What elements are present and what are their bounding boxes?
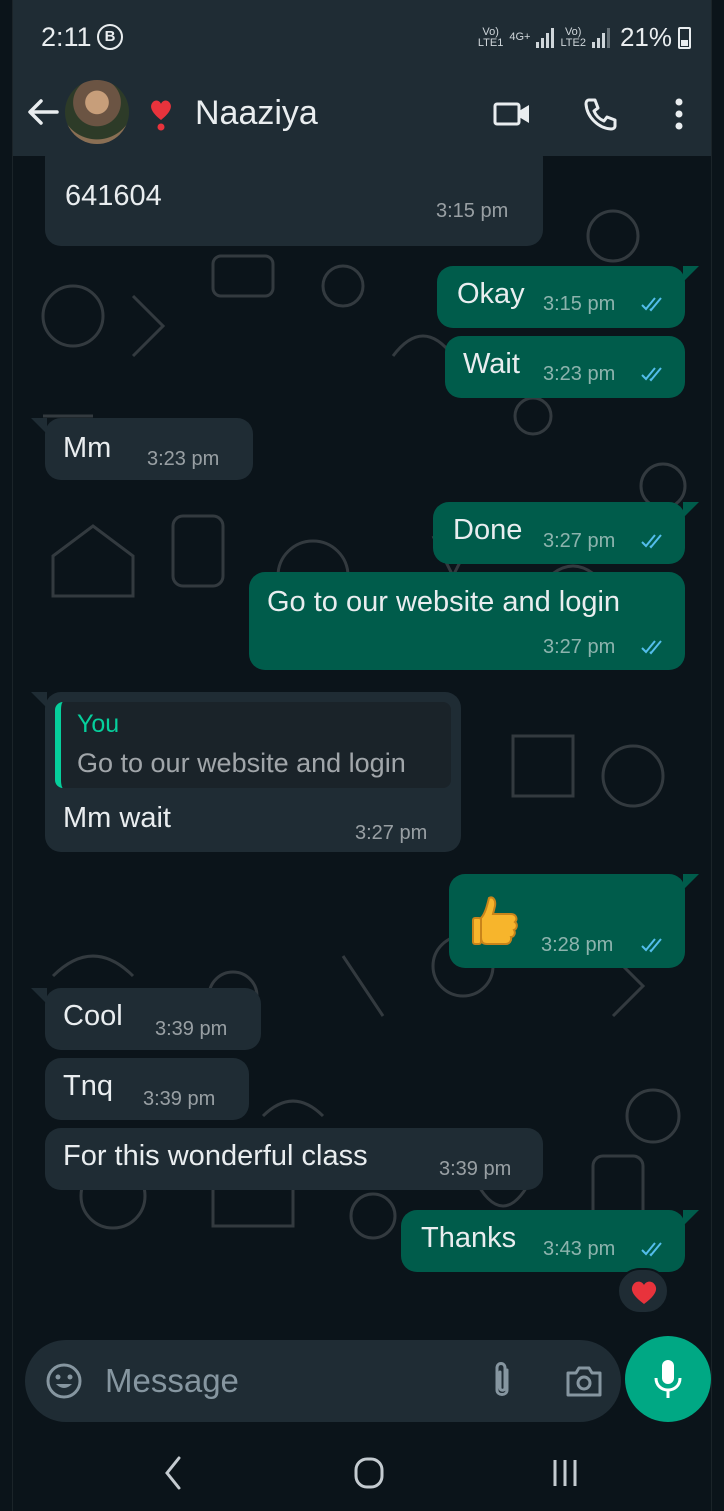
status-bar: 2:11 B Vo) LTE1 4G+ Vo) LTE2 21%	[13, 0, 711, 78]
status-time: 2:11	[41, 22, 92, 52]
message-text: Thanks	[421, 1222, 517, 1254]
message-text: Mm wait	[63, 802, 171, 834]
message-incoming[interactable]: Mm 3:23 pm	[45, 418, 253, 480]
message-composer	[25, 1340, 621, 1422]
emoji-icon[interactable]	[45, 1362, 83, 1400]
nav-back-icon[interactable]	[143, 1448, 203, 1498]
message-incoming[interactable]: Cool 3:39 pm	[45, 988, 261, 1050]
message-text: Wait	[463, 348, 520, 380]
message-time: 3:23 pm	[543, 363, 616, 385]
message-outgoing[interactable]: Okay 3:15 pm	[437, 266, 685, 328]
quote-text: Go to our website and login	[77, 748, 406, 778]
battery-icon	[678, 26, 691, 49]
contact-name[interactable]: Naaziya	[195, 94, 318, 133]
nav-home-icon[interactable]	[339, 1448, 399, 1498]
message-time: 3:27 pm	[355, 822, 428, 844]
message-time: 3:28 pm	[541, 934, 614, 956]
message-text: For this wonderful class	[63, 1140, 368, 1172]
message-time: 3:43 pm	[543, 1238, 616, 1260]
message-text: Go to our website and login	[267, 586, 621, 618]
message-text: Tnq	[63, 1070, 113, 1102]
contact-avatar[interactable]	[65, 80, 129, 144]
message-time: 3:23 pm	[147, 448, 220, 470]
quoted-message[interactable]: You Go to our website and login	[55, 702, 451, 788]
chat-messages-area[interactable]: 641604 3:15 pm Okay 3:15 pm Wait 3:23 pm…	[13, 156, 711, 1326]
quote-author: You	[77, 710, 120, 738]
sim2-label: Vo) LTE2	[560, 25, 586, 49]
battery-percent: 21%	[619, 22, 672, 52]
message-outgoing[interactable]: Done 3:27 pm	[433, 502, 685, 564]
signal-strength-2-icon	[591, 27, 610, 48]
message-text: 641604	[65, 180, 162, 212]
thumbs-up-emoji-icon	[472, 896, 518, 945]
message-incoming[interactable]: For this wonderful class 3:39 pm	[45, 1128, 543, 1190]
network-type-label: 4G+	[509, 31, 531, 43]
attachment-icon[interactable]	[483, 1360, 521, 1402]
message-incoming[interactable]: Tnq 3:39 pm	[45, 1058, 249, 1120]
message-outgoing[interactable]: 3:28 pm	[449, 874, 685, 968]
message-time: 3:15 pm	[543, 293, 616, 315]
signal-strength-1-icon	[536, 27, 555, 48]
microphone-icon	[654, 1360, 682, 1398]
message-input[interactable]	[105, 1354, 465, 1408]
video-call-icon[interactable]	[491, 92, 535, 136]
message-time: 3:27 pm	[543, 530, 616, 552]
message-text: Done	[453, 514, 523, 546]
read-ticks-icon	[641, 367, 662, 382]
more-options-icon[interactable]	[657, 92, 701, 136]
back-arrow-icon[interactable]	[23, 92, 63, 132]
message-time: 3:39 pm	[143, 1088, 216, 1110]
notification-badge-icon: B	[97, 24, 123, 50]
heart-reaction[interactable]	[617, 1268, 669, 1314]
message-incoming[interactable]: 641604 3:15 pm	[45, 156, 543, 246]
message-text: Cool	[63, 1000, 123, 1032]
message-outgoing[interactable]: Go to our website and login 3:27 pm	[249, 572, 685, 670]
nav-recents-icon[interactable]	[535, 1448, 595, 1498]
bubble-tail	[683, 502, 699, 518]
voice-message-button[interactable]	[625, 1336, 711, 1422]
message-time: 3:15 pm	[436, 200, 509, 222]
bubble-tail	[683, 266, 699, 282]
message-text: Okay	[457, 278, 525, 310]
message-time: 3:39 pm	[439, 1158, 512, 1180]
chat-header: Naaziya	[13, 78, 711, 156]
camera-icon[interactable]	[563, 1360, 605, 1402]
bubble-tail	[683, 874, 699, 890]
bubble-tail	[31, 418, 47, 434]
heart-icon	[631, 1281, 657, 1304]
bubble-tail	[683, 1210, 699, 1226]
message-outgoing[interactable]: Thanks 3:43 pm	[401, 1210, 685, 1272]
bubble-tail	[31, 988, 47, 1004]
read-ticks-icon	[641, 297, 662, 312]
message-outgoing[interactable]: Wait 3:23 pm	[445, 336, 685, 398]
message-incoming-reply[interactable]: You Go to our website and login Mm wait …	[45, 692, 461, 852]
bubble-tail	[31, 692, 47, 708]
message-text: Mm	[63, 432, 112, 464]
voice-call-icon[interactable]	[579, 92, 623, 136]
phone-screen: 2:11 B Vo) LTE1 4G+ Vo) LTE2 21% Naaziya…	[12, 0, 712, 1511]
message-time: 3:27 pm	[543, 636, 616, 658]
read-ticks-icon	[641, 640, 662, 655]
read-ticks-icon	[641, 1242, 662, 1257]
status-indicators: Vo) LTE1 4G+ Vo) LTE2 21%	[478, 22, 691, 53]
message-time: 3:39 pm	[155, 1018, 228, 1040]
read-ticks-icon	[641, 534, 662, 549]
read-ticks-icon	[641, 938, 662, 953]
sim1-label: Vo) LTE1	[477, 25, 504, 49]
heart-exclamation-icon	[151, 100, 171, 131]
system-nav-bar	[13, 1430, 711, 1511]
